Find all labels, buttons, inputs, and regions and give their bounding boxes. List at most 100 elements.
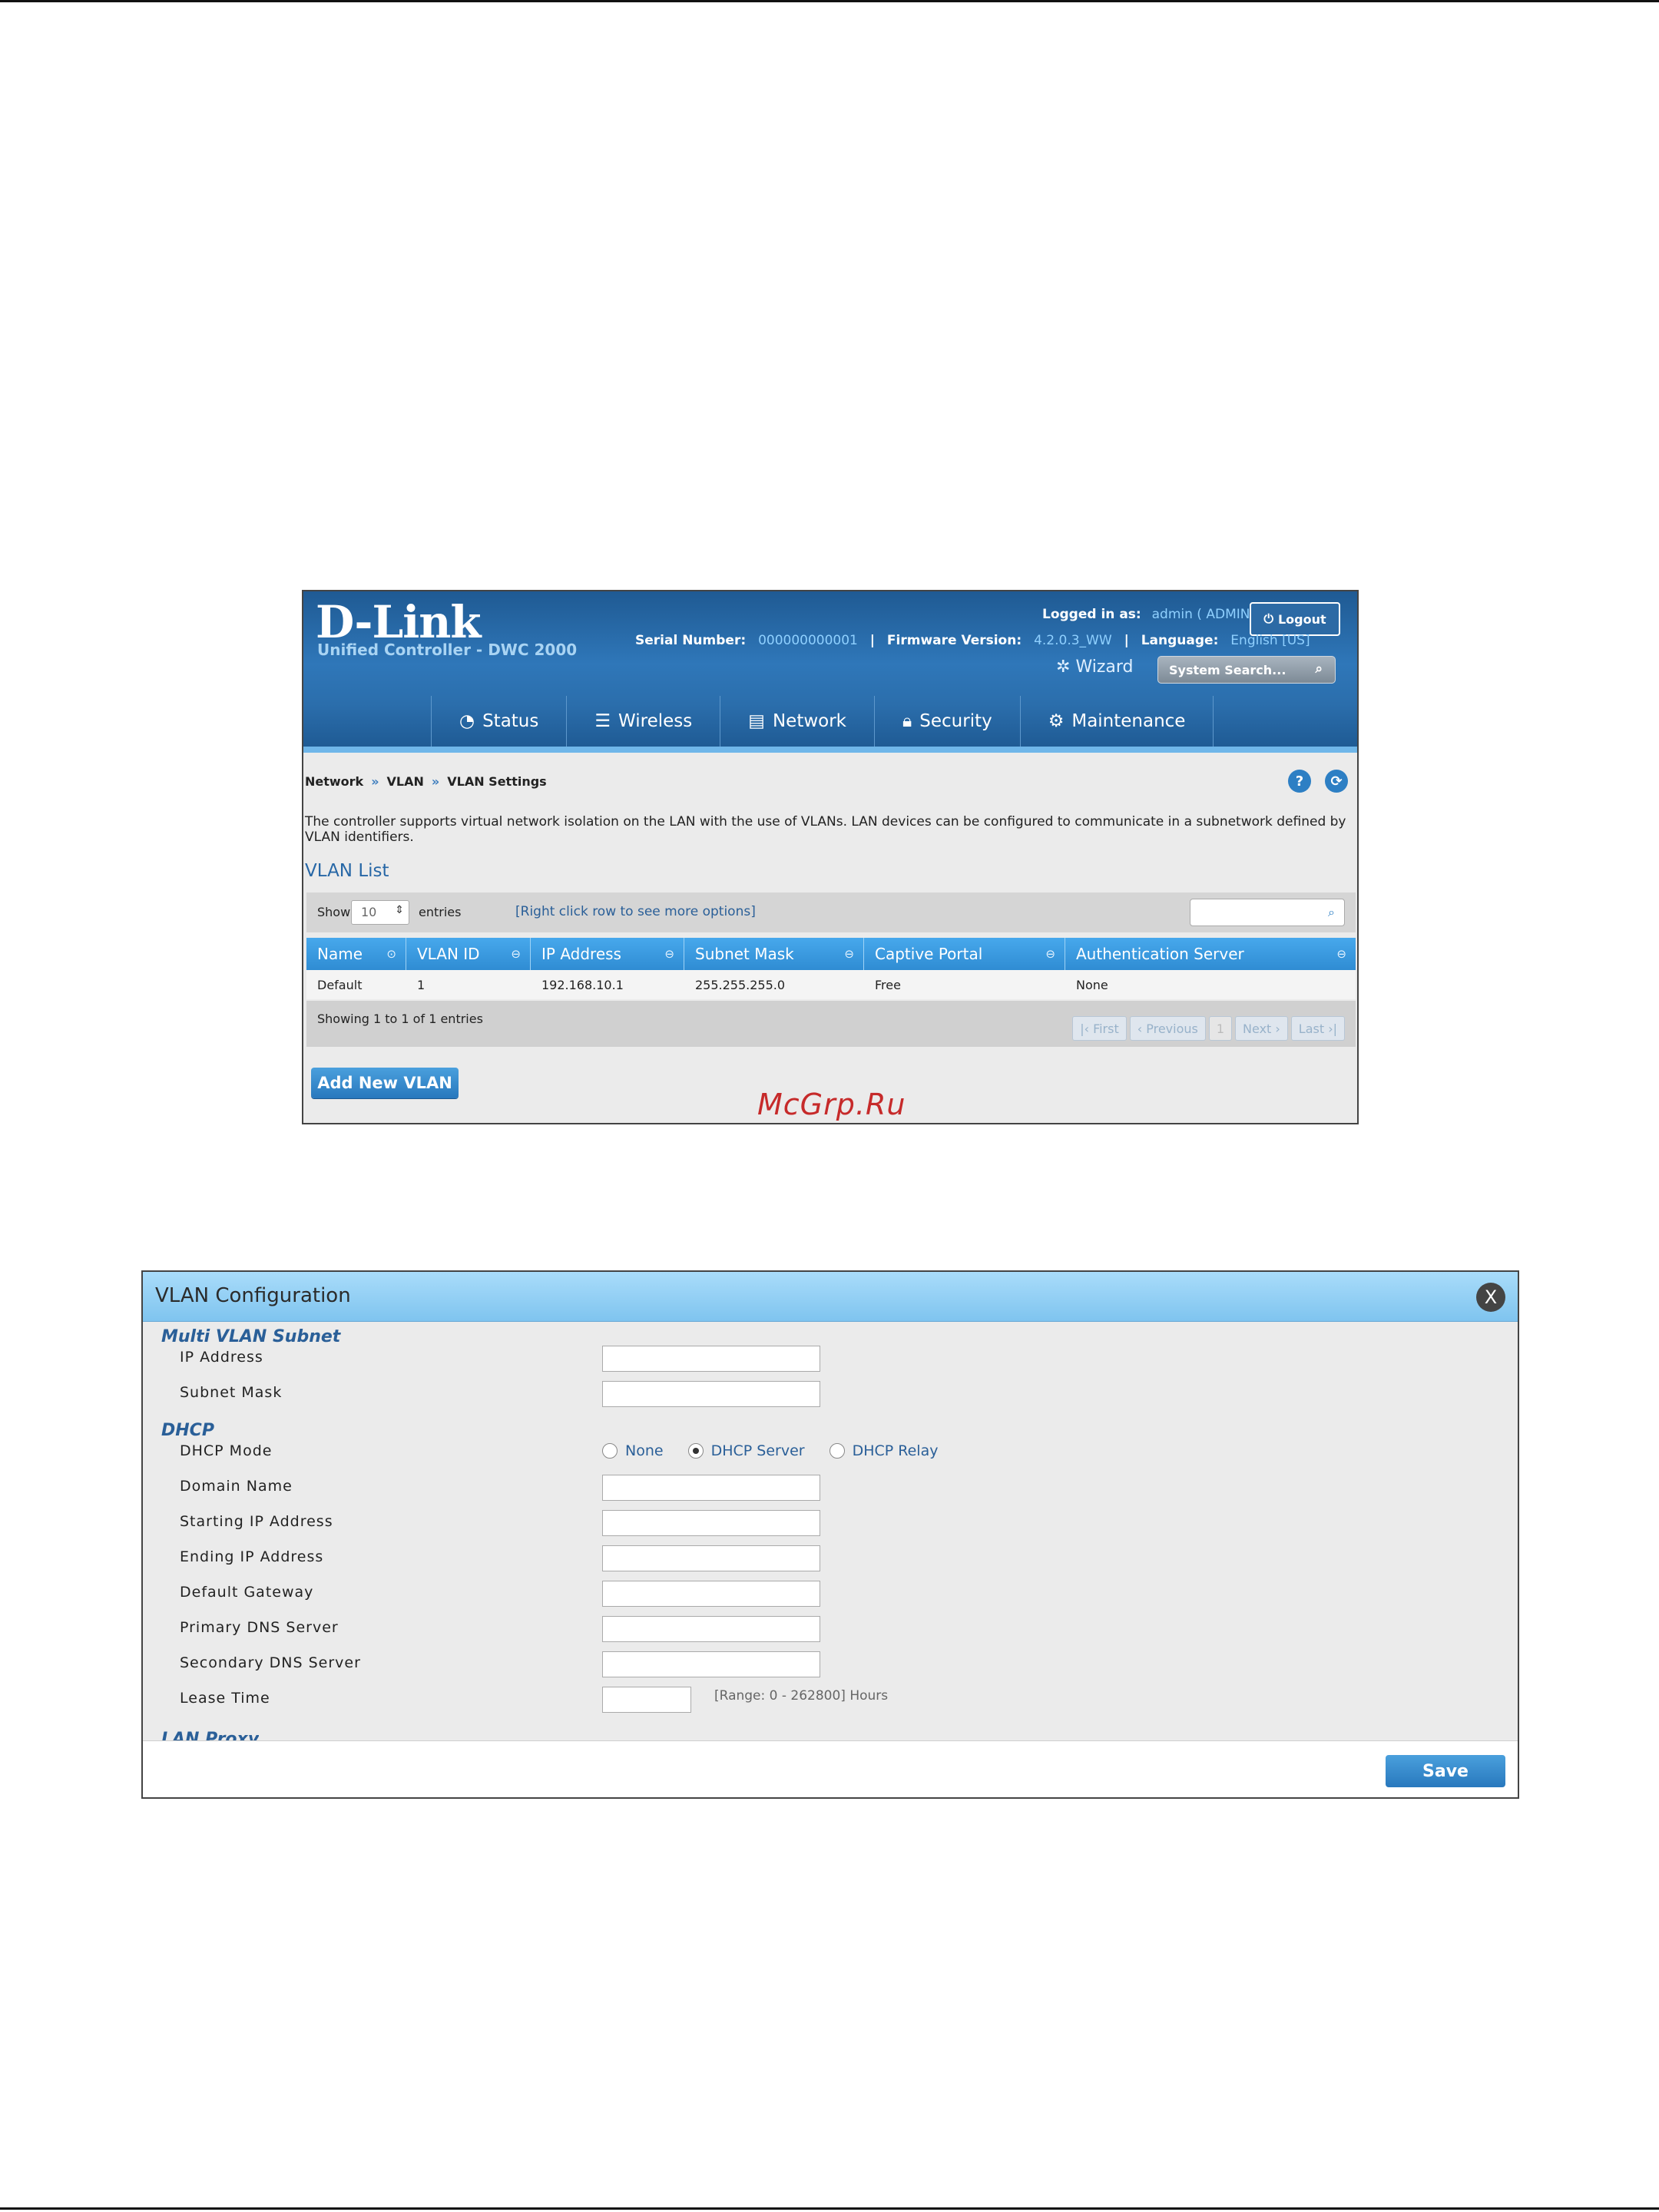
logout-button[interactable]: ⏻ Logout <box>1250 602 1340 636</box>
nav-security-label: Security <box>919 711 992 731</box>
refresh-icon[interactable]: ⟳ <box>1325 770 1348 793</box>
nav-wireless[interactable]: ☰ Wireless <box>566 696 720 747</box>
lock-icon: 🔒︎ <box>902 711 912 731</box>
starting-ip-input[interactable] <box>602 1510 820 1536</box>
col-vlan-id-label: VLAN ID <box>417 945 480 963</box>
logged-in-label: Logged in as: <box>1042 607 1141 622</box>
col-auth-server[interactable]: Authentication Server ⊖ <box>1065 938 1356 970</box>
col-ip-address[interactable]: IP Address ⊖ <box>531 938 684 970</box>
first-page-button[interactable]: |‹ First <box>1072 1016 1127 1041</box>
dialog-header: VLAN Configuration X <box>143 1272 1518 1322</box>
header: D-Link Unified Controller - DWC 2000 Log… <box>303 591 1357 753</box>
cell-captive-portal: Free <box>875 977 901 992</box>
add-new-vlan-button[interactable]: Add New VLAN <box>311 1068 459 1098</box>
sort-icon: ⊖ <box>1045 947 1055 961</box>
domain-name-label: Domain Name <box>180 1478 293 1495</box>
table-footer: Showing 1 to 1 of 1 entries |‹ First ‹ P… <box>306 1001 1356 1047</box>
dhcp-server-option[interactable]: DHCP Server <box>687 1442 805 1459</box>
cell-ip-address: 192.168.10.1 <box>541 977 624 992</box>
col-subnet-mask[interactable]: Subnet Mask ⊖ <box>684 938 864 970</box>
system-search-input[interactable]: System Search... ⌕ <box>1157 656 1336 684</box>
help-icon[interactable]: ? <box>1288 770 1311 793</box>
nav-network[interactable]: ▤ Network <box>720 696 874 747</box>
next-page-button[interactable]: Next › <box>1235 1016 1288 1041</box>
next-label: Next <box>1243 1021 1272 1036</box>
wizard-label: Wizard <box>1075 657 1134 677</box>
subnet-mask-label: Subnet Mask <box>180 1384 283 1401</box>
firmware-value: 4.2.0.3_WW <box>1034 633 1112 648</box>
dhcp-server-label: DHCP Server <box>710 1442 805 1459</box>
logged-in-user[interactable]: admin ( ADMIN ) <box>1152 607 1260 622</box>
bottom-rule <box>0 2207 1659 2210</box>
entries-select[interactable]: 10 ⇕ <box>351 900 409 925</box>
breadcrumb: Network» VLAN» VLAN Settings <box>305 774 547 789</box>
col-captive-portal[interactable]: Captive Portal ⊖ <box>864 938 1065 970</box>
last-page-button[interactable]: Last ›| <box>1290 1016 1345 1041</box>
close-button[interactable]: X <box>1476 1283 1505 1312</box>
breadcrumb-vlan[interactable]: VLAN <box>387 774 424 789</box>
firmware-label: Firmware Version: <box>886 633 1022 648</box>
previous-icon: ‹ <box>1137 1021 1147 1036</box>
table-search-input[interactable]: ⌕ <box>1190 899 1345 926</box>
lease-time-range: [Range: 0 - 262800] Hours <box>714 1688 889 1704</box>
language-label: Language: <box>1141 633 1219 648</box>
last-icon: ›| <box>1324 1021 1337 1036</box>
show-label: Show <box>317 905 351 919</box>
previous-label: Previous <box>1146 1021 1198 1036</box>
nav-security[interactable]: 🔒︎ Security <box>874 696 1020 747</box>
nav-wireless-label: Wireless <box>618 711 693 731</box>
default-gateway-input[interactable] <box>602 1581 820 1607</box>
previous-page-button[interactable]: ‹ Previous <box>1129 1016 1206 1041</box>
save-button[interactable]: Save <box>1386 1755 1505 1787</box>
nav-network-label: Network <box>772 711 847 731</box>
page-number[interactable]: 1 <box>1208 1016 1233 1041</box>
dhcp-mode-label: DHCP Mode <box>180 1442 273 1459</box>
secondary-dns-input[interactable] <box>602 1651 820 1677</box>
product-subtitle: Unified Controller - DWC 2000 <box>317 641 578 659</box>
dhcp-relay-option[interactable]: DHCP Relay <box>829 1442 938 1459</box>
showing-info: Showing 1 to 1 of 1 entries <box>317 1012 483 1026</box>
cell-auth-server: None <box>1076 977 1108 992</box>
col-vlan-id[interactable]: VLAN ID ⊖ <box>406 938 531 970</box>
section-lan-proxy: LAN Proxy <box>161 1730 260 1740</box>
dhcp-relay-radio[interactable] <box>829 1443 845 1459</box>
table-row[interactable]: Default 1 192.168.10.1 255.255.255.0 Fre… <box>306 970 1356 999</box>
dialog-title: VLAN Configuration <box>155 1284 351 1307</box>
dhcp-server-radio[interactable] <box>687 1443 704 1459</box>
search-icon: ⌕ <box>1328 905 1335 919</box>
col-name[interactable]: Name ⊙ <box>306 938 406 970</box>
domain-name-input[interactable] <box>602 1475 820 1501</box>
ip-address-input[interactable] <box>602 1346 820 1372</box>
table-header: Name ⊙ VLAN ID ⊖ IP Address ⊖ Subnet Mask ⊖ … <box>306 938 1356 970</box>
breadcrumb-network[interactable]: Network <box>305 774 363 789</box>
vlan-list-title: VLAN List <box>305 861 389 881</box>
nav-status-label: Status <box>482 711 539 731</box>
power-icon: ⏻ <box>1263 611 1273 626</box>
subnet-mask-input[interactable] <box>602 1381 820 1407</box>
sort-icon: ⊖ <box>1336 947 1346 961</box>
dhcp-mode-radios: None DHCP Server DHCP Relay <box>602 1442 962 1459</box>
table-toolbar: Show 10 ⇕ entries [Right click row to se… <box>306 892 1356 932</box>
default-gateway-label: Default Gateway <box>180 1584 314 1601</box>
breadcrumb-vlan-settings: VLAN Settings <box>447 774 547 789</box>
nav-maintenance[interactable]: ⚙ Maintenance <box>1019 696 1214 747</box>
right-click-hint: [Right click row to see more options] <box>515 904 756 919</box>
sort-icon: ⊖ <box>844 947 854 961</box>
page-description: The controller supports virtual network … <box>305 814 1346 845</box>
search-icon[interactable]: ⌕ <box>1315 661 1323 677</box>
section-dhcp: DHCP <box>161 1421 214 1440</box>
nav-underline <box>303 747 1357 753</box>
lease-time-input[interactable] <box>602 1687 691 1713</box>
col-name-label: Name <box>317 945 363 963</box>
nav-status[interactable]: ◔ Status <box>431 696 566 747</box>
col-subnet-mask-label: Subnet Mask <box>695 945 794 963</box>
primary-dns-input[interactable] <box>602 1616 820 1642</box>
dhcp-none-option[interactable]: None <box>602 1442 664 1459</box>
primary-dns-label: Primary DNS Server <box>180 1619 339 1636</box>
gear-icon: ⚙ <box>1048 711 1065 731</box>
ending-ip-input[interactable] <box>602 1545 820 1571</box>
first-label: First <box>1093 1021 1119 1036</box>
wizard-link[interactable]: ✲ Wizard <box>1056 657 1133 677</box>
dhcp-none-radio[interactable] <box>602 1443 618 1459</box>
language-value[interactable]: English [US] <box>1230 633 1310 648</box>
